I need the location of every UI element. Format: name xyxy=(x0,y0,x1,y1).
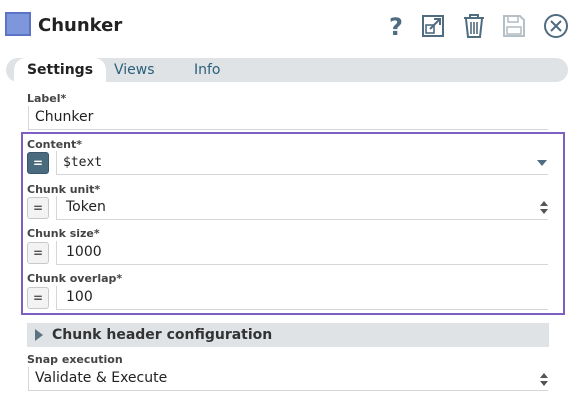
chunk-size-expression-toggle[interactable]: = xyxy=(27,242,49,264)
export-icon[interactable] xyxy=(419,12,447,40)
dialog-header: Chunker ? xyxy=(0,0,576,56)
section-title: Chunk header configuration xyxy=(52,327,273,343)
snap-execution-select[interactable]: Validate & Execute xyxy=(28,367,548,391)
tab-info[interactable]: Info xyxy=(194,58,221,82)
chunk-unit-value: Token xyxy=(66,199,106,215)
content-input-value: $text xyxy=(63,155,103,170)
snap-execution-stepper-icon[interactable] xyxy=(540,373,550,387)
save-icon[interactable] xyxy=(500,12,528,40)
chunk-overlap-value: 100 xyxy=(66,289,93,305)
chunk-overlap-input[interactable]: 100 xyxy=(56,286,548,310)
chunk-unit-expression-toggle[interactable]: = xyxy=(27,197,49,219)
chunk-size-value: 1000 xyxy=(66,244,102,260)
tab-views[interactable]: Views xyxy=(114,58,155,82)
chunk-unit-stepper-icon[interactable] xyxy=(540,201,550,215)
content-input[interactable]: $text xyxy=(56,151,548,175)
content-expression-toggle[interactable]: = xyxy=(27,152,49,174)
chunk-unit-field-label: Chunk unit* xyxy=(27,183,101,196)
chunk-size-input[interactable]: 1000 xyxy=(56,241,548,265)
snap-node-icon xyxy=(5,12,31,36)
dialog-title: Chunker xyxy=(38,15,123,36)
chunk-overlap-expression-toggle[interactable]: = xyxy=(27,287,49,309)
help-icon[interactable]: ? xyxy=(382,12,410,40)
content-field-label: Content* xyxy=(27,138,83,151)
label-field-label: Label* xyxy=(27,92,67,105)
close-icon[interactable] xyxy=(542,12,570,40)
tab-bar: Settings Views Info xyxy=(6,58,568,82)
label-input[interactable]: Chunker xyxy=(28,106,548,130)
chunk-overlap-field-label: Chunk overlap* xyxy=(27,272,123,285)
expand-caret-icon[interactable] xyxy=(35,329,43,341)
chunk-header-configuration-section[interactable]: Chunk header configuration xyxy=(27,323,549,347)
content-dropdown-icon[interactable] xyxy=(537,160,547,166)
snap-execution-field-label: Snap execution xyxy=(27,353,123,366)
tab-settings[interactable]: Settings xyxy=(14,58,106,82)
chunk-size-field-label: Chunk size* xyxy=(27,227,100,240)
chunk-unit-select[interactable]: Token xyxy=(56,196,548,220)
snap-execution-value: Validate & Execute xyxy=(35,370,168,386)
label-input-value: Chunker xyxy=(35,109,94,125)
svg-text:?: ? xyxy=(389,13,403,39)
delete-icon[interactable] xyxy=(460,12,488,40)
